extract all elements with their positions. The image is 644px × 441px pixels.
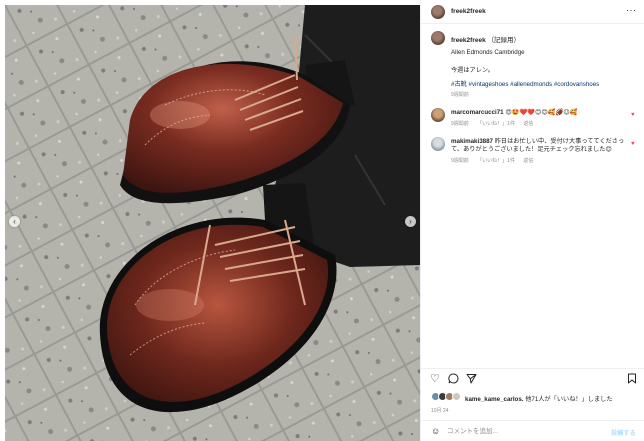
comment-body: 😍🤩❤️❤️😊😊🥰🏈😉🥰 (505, 109, 578, 116)
caption-note: （記録用） (487, 37, 521, 44)
comment-likes-link[interactable]: 「いいね！」1件 (477, 121, 515, 127)
emoji-icon[interactable]: ☺ (431, 426, 440, 436)
comment-time: 9週間前 (451, 121, 469, 127)
action-bar: ♡ (421, 372, 644, 388)
commenter-username[interactable]: marcomarcucci71 (451, 109, 504, 116)
comment-meta: 9週間前 「いいね！」1件 返信 (451, 157, 540, 164)
heart-icon[interactable]: ♡ (430, 373, 440, 385)
caption-hashtags[interactable]: #古靴 #vintageshoes #allenedmonds #cordova… (451, 79, 599, 88)
caption-header: freek2freek （記録用） (451, 34, 520, 44)
comment-like-icon[interactable]: ♥ (631, 141, 635, 147)
author-username[interactable]: freek2freek (451, 8, 486, 15)
caption-line-1: Allen Edmonds Cambridge (451, 49, 525, 56)
more-options-icon[interactable]: ··· (626, 5, 637, 15)
commenter-username[interactable]: makimaki3887 (451, 138, 493, 145)
post-date[interactable]: 10月 24 (431, 407, 449, 414)
comment-text: marcomarcucci71 😍🤩❤️❤️😊😊🥰🏈😉🥰 (451, 109, 631, 117)
divider (421, 420, 644, 421)
liker-username[interactable]: kame_kame_carlos. (465, 396, 523, 403)
next-photo-button[interactable]: › (405, 216, 416, 227)
author-avatar[interactable] (431, 5, 445, 19)
caption-username[interactable]: freek2freek (451, 37, 486, 44)
divider (421, 368, 644, 369)
add-comment-bar: ☺ 投稿する (421, 422, 644, 441)
comment-time: 9週間前 (451, 158, 469, 164)
post-header: freek2freek ··· (421, 0, 644, 24)
comment-like-icon[interactable]: ♥ (631, 112, 635, 118)
caption-line-2: 今週はアレン。 (451, 67, 494, 74)
post-modal: ‹ › freek2freek ··· freek2freek （記録用） Al… (0, 0, 644, 441)
post-side-panel: freek2freek ··· freek2freek （記録用） Allen … (420, 0, 644, 441)
post-photo (5, 5, 420, 441)
photo-area: ‹ › (0, 0, 420, 441)
post-comment-button[interactable]: 投稿する (611, 428, 636, 437)
likes-summary: kame_kame_carlos. 他71人が「いいね！」しました (431, 392, 641, 404)
commenter-avatar[interactable] (431, 108, 445, 122)
shoes-photo (5, 5, 420, 441)
caption-avatar[interactable] (431, 31, 445, 45)
bookmark-icon[interactable] (627, 373, 637, 387)
prev-photo-button[interactable]: ‹ (9, 216, 20, 227)
commenter-avatar[interactable] (431, 137, 445, 151)
liker-avatar[interactable] (452, 392, 461, 401)
comment-reply-button[interactable]: 返信 (523, 158, 533, 164)
likes-count-link[interactable]: 他71人が「いいね！」しました (525, 396, 612, 403)
share-icon[interactable] (466, 373, 477, 387)
comment-likes-link[interactable]: 「いいね！」1件 (477, 158, 515, 164)
comment-reply-button[interactable]: 返信 (523, 121, 533, 127)
comment-text: makimaki3887 昨日はお忙しい中、受付け大事っててくださって、ありがと… (451, 138, 631, 154)
comment-meta: 9週間前 「いいね！」1件 返信 (451, 120, 540, 127)
caption-time: 9週間前 (451, 92, 469, 98)
comment-icon[interactable] (448, 373, 459, 387)
comment-input[interactable] (447, 426, 597, 437)
likes-text: kame_kame_carlos. 他71人が「いいね！」しました (465, 394, 613, 403)
